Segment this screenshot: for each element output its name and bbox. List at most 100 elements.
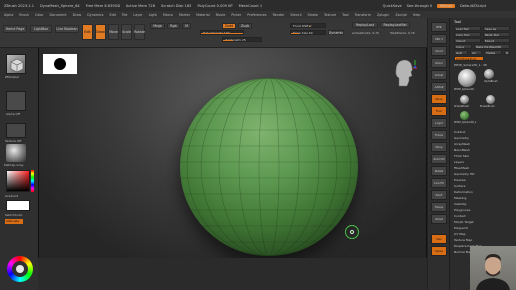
lightbox-button[interactable]: LightBox [30,25,52,33]
menu-render[interactable]: Render [273,13,285,17]
menu-help[interactable]: Help [413,13,421,17]
menu-brush[interactable]: Brush [19,13,29,17]
navigator-thumbnail[interactable] [43,54,77,74]
alternate-button[interactable]: Alternate [5,219,23,224]
subpanel-fibermesh[interactable]: FiberMesh [454,166,469,170]
floor-button[interactable]: Floor [431,106,447,116]
save-as-button[interactable]: Save As [483,26,510,31]
menus-button[interactable]: Menus [437,3,455,8]
all-button[interactable]: All [470,50,482,55]
polyf-button[interactable]: PolyF [431,190,447,200]
menu-alpha[interactable]: Alpha [4,13,13,17]
make-polymesh-button[interactable]: Make PolyMesh3D [474,44,510,49]
rgb-button[interactable]: Rgb [167,23,180,29]
replay-last-button[interactable]: ReplayLast [352,22,378,28]
subpanel-texture-map[interactable]: Texture Map [454,238,472,242]
menu-layer[interactable]: Layer [133,13,142,17]
dynamic-button[interactable]: Dynamic [328,30,344,35]
draw-size-slider[interactable]: Draw Size 64 [290,30,326,35]
paste-tool-button[interactable]: Paste Tool [483,32,510,37]
alpha-thumbnail[interactable] [6,91,26,111]
subpanel-subtool[interactable]: Subtool [454,130,465,134]
visible-button[interactable]: Visible [484,50,502,55]
color-picker[interactable] [6,170,30,192]
ghost-button[interactable]: Ghost [431,214,447,224]
color-wheel-icon[interactable] [7,256,33,282]
main-color-swatch[interactable] [6,200,30,211]
lsym-button[interactable]: L.Sym [431,118,447,128]
subpanel-layers[interactable]: Layers [454,160,464,164]
menu-dynamics[interactable]: Dynamics [87,13,103,17]
menu-marker[interactable]: Marker [179,13,190,17]
menu-tool[interactable]: Tool [342,13,348,17]
actual-button[interactable]: Actual [431,70,447,80]
see-through-slider[interactable]: See-through 0 [407,4,433,8]
zoom3d-button[interactable]: Zoom3D [431,154,447,164]
replay-last-rel-button[interactable]: ReplayLastRel [380,22,410,28]
subpanel-nanomesh[interactable]: NanoMesh [454,148,470,152]
transp-button[interactable]: Transp [431,202,447,212]
zadd-button[interactable]: Zadd [222,23,236,29]
scroll-button[interactable]: Scroll [431,46,447,56]
live-boolean-button[interactable]: Live Boolean [55,25,79,33]
subpanel-deformation[interactable]: Deformation [454,190,473,194]
spix-button[interactable]: SPix 3 [431,34,447,44]
import-button[interactable]: Import [454,38,481,43]
subpanel-uv-map[interactable]: UV Map [454,232,466,236]
goz-button[interactable]: GoZ [454,50,468,55]
sphere-mesh[interactable] [180,78,358,256]
zoom-button[interactable]: Zoom [431,58,447,68]
tool-thumb-sphere-large[interactable] [458,69,476,87]
menu-file[interactable]: File [122,13,128,17]
aahalf-button[interactable]: AAHalf [431,82,447,92]
mrgb-button[interactable]: Mrgb [150,23,165,29]
menu-zscript[interactable]: Zscript [395,13,406,17]
zsub-button[interactable]: Zsub [238,23,252,29]
edit-button[interactable]: Edit [82,24,93,40]
menu-edit[interactable]: Edit [109,13,115,17]
menu-stencil[interactable]: Stencil [290,13,301,17]
menu-preferences[interactable]: Preferences [247,13,266,17]
subpanel-polypaint[interactable]: Polypaint [454,226,468,230]
subpanel-contact[interactable]: Contact [454,214,466,218]
subpanel-visibility[interactable]: Visibility [454,202,467,206]
subpanel-masking[interactable]: Masking [454,196,466,200]
lightbox-tools-button[interactable]: Lightbox▸Tools [454,56,484,61]
menu-macro[interactable]: Macro [163,13,173,17]
subpanel-geometry[interactable]: Geometry [454,136,469,140]
subpanel-geometry-hd[interactable]: Geometry HD [454,172,474,176]
default-zscript-button[interactable]: DefaultZScript [460,4,486,8]
brush-thumbnail[interactable] [6,54,26,74]
persp-button[interactable]: Persp [431,94,447,104]
hue-strip[interactable] [31,170,34,192]
menu-texture[interactable]: Texture [324,13,336,17]
texture-thumbnail[interactable] [6,123,26,138]
menu-transform[interactable]: Transform [355,13,371,17]
subpanel-arraymesh[interactable]: ArrayMesh [454,142,470,146]
orientation-head-gizmo[interactable] [391,56,417,90]
tool-thumb-alphabrush[interactable] [484,69,494,79]
tool-thumb-simplebrush[interactable] [460,95,469,104]
menu-picker[interactable]: Picker [231,13,241,17]
frame-button[interactable]: Frame [431,130,447,140]
r-button[interactable]: R [504,50,510,55]
menu-light[interactable]: Light [149,13,157,17]
focal-shift-slider[interactable]: Focal Shift 0 [290,23,326,28]
subpanel-thick-skin[interactable]: Thick Skin [454,154,469,158]
subpanel-preview[interactable]: Preview [454,178,466,182]
viewport-canvas[interactable] [38,48,427,258]
menu-draw[interactable]: Draw [73,13,82,17]
subpanel-surface[interactable]: Surface [454,184,465,188]
rgb-intensity-slider[interactable]: Rgb Intensity 100 [200,30,244,35]
material-thumbnail[interactable] [6,144,26,162]
menu-zplugin[interactable]: Zplugin [377,13,389,17]
menu-document[interactable]: Document [50,13,67,17]
tool-thumb-eraser[interactable] [486,95,495,104]
linefill-button[interactable]: Line Fill [431,178,447,188]
move-button[interactable]: Move [108,24,119,40]
subpanel-polygroups[interactable]: Polygroups [454,208,470,212]
menu-movie[interactable]: Movie [216,13,226,17]
z-intensity-slider[interactable]: Z Intensity 25 [222,37,262,42]
rotate-view-button[interactable]: Rotate [431,166,447,176]
export-button[interactable]: Export [483,38,510,43]
